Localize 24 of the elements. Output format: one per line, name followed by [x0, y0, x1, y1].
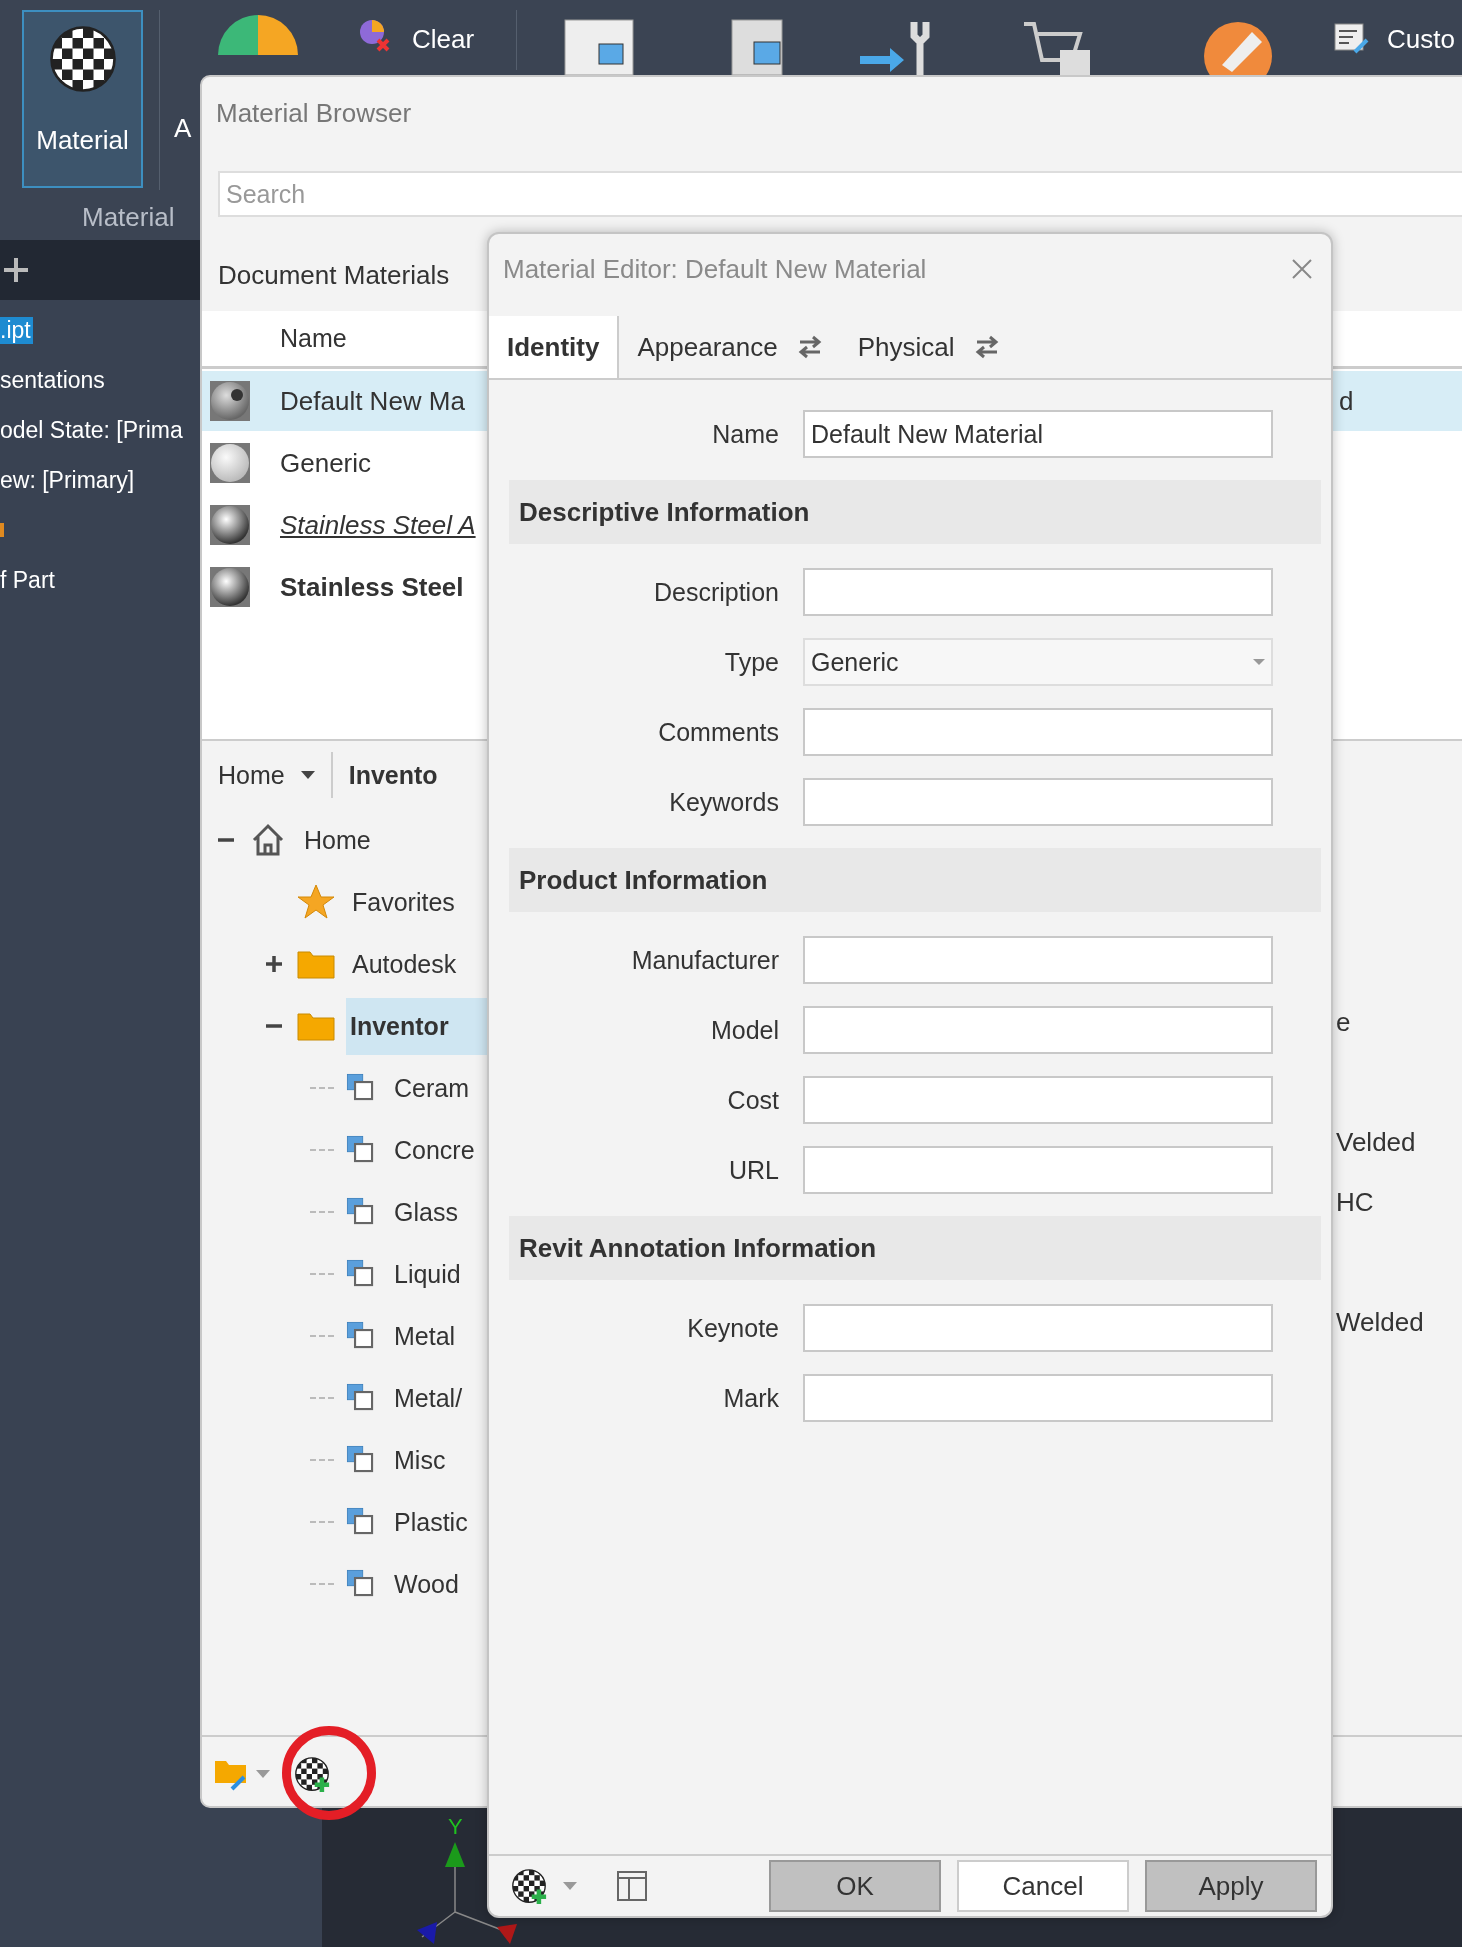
- panel-label: Material: [82, 202, 175, 233]
- material-name: Stainless Steel A: [280, 509, 476, 541]
- table-cell: d: [1339, 385, 1354, 417]
- material-name: Default New Ma: [280, 385, 465, 417]
- section-header: Descriptive Information: [509, 480, 1321, 544]
- section-header: Product Information: [509, 848, 1321, 912]
- field-label: Keywords: [668, 787, 779, 817]
- field-label: URL: [728, 1155, 779, 1185]
- library-title: Invento: [348, 760, 438, 790]
- material-name: Generic: [280, 447, 372, 479]
- field-label: Keynote: [686, 1313, 779, 1343]
- field-label: Cost: [726, 1085, 779, 1115]
- field-label: Name: [711, 419, 779, 449]
- field-label: Manufacturer: [630, 945, 779, 975]
- field-label: Mark: [722, 1383, 779, 1413]
- field-label: Description: [652, 577, 779, 607]
- material-name: Stainless Steel: [280, 571, 464, 603]
- window-title: Material Browser: [215, 96, 413, 130]
- window-title: Material Editor: Default New Material: [503, 253, 927, 285]
- field-label: Type: [723, 647, 779, 677]
- section-header: Revit Annotation Information: [509, 1216, 1321, 1280]
- field-label: Model: [709, 1015, 779, 1045]
- section-heading: Document Materials: [218, 259, 450, 291]
- field-label: Comments: [657, 717, 779, 747]
